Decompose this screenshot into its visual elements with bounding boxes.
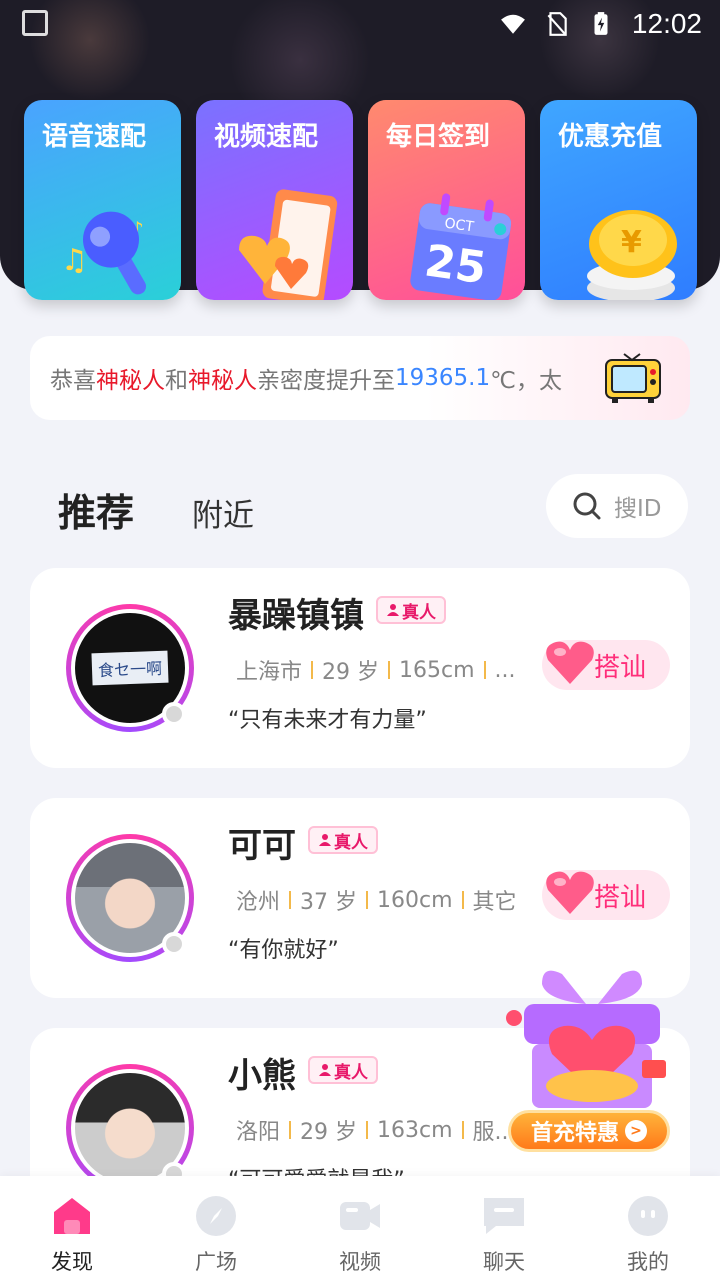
nav-discover[interactable]: 发现 xyxy=(12,1194,132,1276)
video-camera-icon xyxy=(340,1202,380,1230)
notice-action: 亲密度提升至 xyxy=(257,368,395,394)
user-name: 小熊 xyxy=(228,1056,296,1096)
calendar-icon: OCT 25 xyxy=(410,193,511,300)
status-bar: 12:02 xyxy=(0,0,720,48)
user-quote: “只有未来才有力量” xyxy=(228,708,427,733)
daily-checkin-label: 每日签到 xyxy=(386,122,491,152)
nav-label: 聊天 xyxy=(483,1250,525,1274)
chat-up-button[interactable]: 搭讪 xyxy=(542,640,670,690)
voice-match-label: 语音速配 xyxy=(42,122,147,152)
first-recharge-button[interactable]: 首充特惠 > xyxy=(508,1110,670,1152)
person-icon xyxy=(319,834,331,846)
bottom-navigation: 发现 广场 视频 聊天 我的 xyxy=(0,1176,720,1280)
heart-icon xyxy=(546,871,594,914)
voice-match-card[interactable]: 语音速配 ♫ ♪ xyxy=(24,100,181,300)
tab-recommend[interactable]: 推荐 xyxy=(58,482,134,537)
avatar-text: 食セ一啊 xyxy=(91,650,169,686)
status-time: 12:02 xyxy=(631,8,702,39)
nav-video[interactable]: 视频 xyxy=(300,1194,420,1276)
chat-bubble-icon xyxy=(484,1198,524,1234)
intimacy-notice-banner[interactable]: 恭喜 神秘人和神秘人 亲密度提升至 19365.1 ℃，太 xyxy=(30,336,690,420)
notice-suffix: ℃，太 xyxy=(490,368,562,394)
notice-user-b: 神秘人 xyxy=(188,368,257,394)
nav-me[interactable]: 我的 xyxy=(588,1194,708,1276)
online-status-dot xyxy=(162,702,186,726)
search-placeholder: 搜ID xyxy=(614,496,662,522)
nav-label: 视频 xyxy=(339,1250,381,1274)
notice-value: 19365.1 xyxy=(395,365,491,391)
user-card[interactable]: 食セ一啊 暴躁镇镇 真人 上海市 29 岁 165cm... “只有未来才有力量” … xyxy=(30,568,690,768)
person-icon xyxy=(319,1064,331,1076)
discount-recharge-card[interactable]: 优惠充值 ¥ xyxy=(540,100,697,300)
feed-tabs: 推荐 附近 xyxy=(58,482,254,537)
svg-text:¥: ¥ xyxy=(621,225,642,260)
discover-home-icon xyxy=(54,1198,90,1234)
microphone-icon: ♫ ♪ xyxy=(61,211,146,295)
tv-icon xyxy=(605,353,661,403)
notice-prefix: 恭喜 xyxy=(50,368,96,394)
notice-user-a: 神秘人 xyxy=(96,368,165,394)
search-id-button[interactable]: 搜ID xyxy=(546,474,688,538)
notice-mid: 和 xyxy=(165,368,188,394)
user-name: 可可 xyxy=(228,826,296,866)
tab-nearby[interactable]: 附近 xyxy=(192,490,254,535)
arrow-right-icon: > xyxy=(625,1120,647,1142)
user-info-line: 上海市 29 岁 165cm... xyxy=(236,657,516,686)
verified-real-badge: 真人 xyxy=(308,1056,378,1084)
coin-icon: ¥ xyxy=(587,210,677,300)
verified-real-badge: 真人 xyxy=(308,826,378,854)
search-icon xyxy=(573,492,601,520)
verified-real-badge: 真人 xyxy=(376,596,446,624)
user-quote: “有你就好” xyxy=(228,938,339,963)
video-match-label: 视频速配 xyxy=(214,122,319,152)
phone-heart-icon xyxy=(239,189,338,300)
profile-face-icon xyxy=(628,1196,668,1236)
gift-box-icon xyxy=(506,970,666,1108)
svg-text:♫: ♫ xyxy=(61,243,88,278)
user-info-line: 洛阳 29 岁 163cm 服... xyxy=(236,1117,516,1146)
battery-charging-icon xyxy=(594,12,608,35)
user-info-line: 沧州 37 岁 160cm 其它 xyxy=(236,887,517,916)
video-match-card[interactable]: 视频速配 xyxy=(196,100,353,300)
nav-label: 广场 xyxy=(195,1250,237,1274)
first-recharge-promo[interactable]: 首充特惠 > xyxy=(502,964,682,1154)
heart-icon xyxy=(546,641,594,684)
nav-label: 发现 xyxy=(51,1250,93,1274)
person-icon xyxy=(387,604,399,616)
online-status-dot xyxy=(162,932,186,956)
nav-chat[interactable]: 聊天 xyxy=(444,1194,564,1276)
discount-recharge-label: 优惠充值 xyxy=(558,122,663,152)
nav-label: 我的 xyxy=(627,1250,669,1274)
no-sim-icon xyxy=(547,12,567,36)
chat-up-button[interactable]: 搭讪 xyxy=(542,870,670,920)
daily-checkin-card[interactable]: 每日签到 OCT 25 xyxy=(368,100,525,300)
nav-square[interactable]: 广场 xyxy=(156,1194,276,1276)
compass-icon xyxy=(196,1196,236,1236)
user-name: 暴躁镇镇 xyxy=(228,596,364,636)
calendar-day: 25 xyxy=(422,235,490,294)
quick-actions: 语音速配 ♫ ♪ 视频速配 每日签到 OCT 25 优惠充值 ¥ xyxy=(24,100,697,300)
gallery-notification-icon xyxy=(22,10,48,36)
wifi-icon xyxy=(501,14,525,34)
